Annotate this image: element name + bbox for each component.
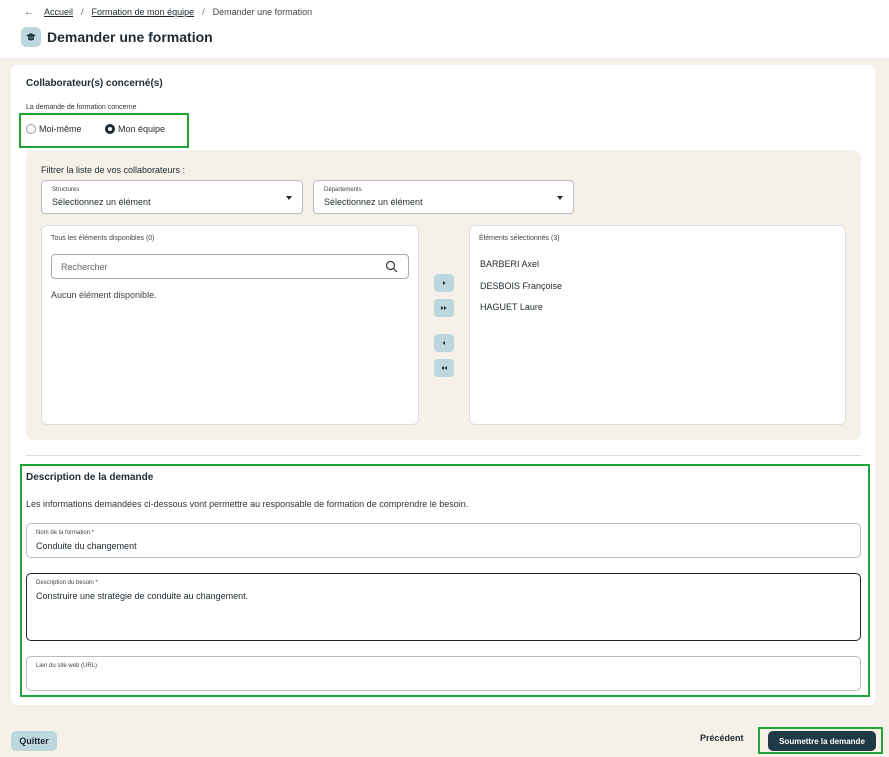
structures-select[interactable]: Structures Sélectionnez un élément — [41, 180, 303, 214]
list-item[interactable]: HAGUET Laure — [480, 302, 543, 312]
caret-left-icon — [442, 341, 445, 345]
list-item[interactable]: DESBOIS Françoise — [480, 281, 562, 291]
radio-checked-icon — [105, 124, 115, 134]
radio-mon-equipe-label: Mon équipe — [118, 124, 166, 134]
submit-button[interactable]: Soumettre la demande — [768, 731, 876, 751]
double-caret-left-icon — [441, 366, 447, 370]
chevron-down-icon — [286, 196, 292, 200]
move-all-right-button[interactable] — [434, 299, 454, 317]
list-item[interactable]: BARBERI Axel — [480, 259, 539, 269]
page-title: Demander une formation — [47, 29, 213, 45]
departements-select[interactable]: Départements Sélectionnez un élément — [313, 180, 574, 214]
website-url-field[interactable]: Lien du site web (URL) — [26, 656, 861, 691]
breadcrumb-accueil[interactable]: Accueil — [44, 7, 73, 17]
radio-moi-meme-label: Moi-même — [39, 124, 82, 134]
need-description-value: Construire une stratégie de conduite au … — [36, 591, 249, 601]
description-section-title: Description de la demande — [26, 472, 154, 483]
back-arrow-icon[interactable]: ← — [24, 7, 34, 18]
available-list-title: Tous les éléments disponibles (0) — [51, 235, 155, 242]
selected-list-title: Éléments sélectionnés (3) — [479, 235, 560, 242]
breadcrumb-separator: / — [81, 7, 84, 17]
chevron-down-icon — [557, 196, 563, 200]
search-input[interactable] — [53, 256, 373, 277]
departements-select-value: Sélectionnez un élément — [324, 197, 423, 207]
previous-button[interactable]: Précédent — [700, 733, 744, 743]
structures-select-label: Structures — [52, 187, 80, 193]
radio-moi-meme[interactable]: Moi-même — [26, 124, 82, 134]
breadcrumb-current: Demander une formation — [212, 7, 313, 17]
radio-group-label: La demande de formation concerne — [26, 104, 137, 111]
move-right-button[interactable] — [434, 274, 454, 292]
collaborators-section-title: Collaborateur(s) concerné(s) — [26, 78, 163, 89]
breadcrumb-formation-equipe[interactable]: Formation de mon équipe — [92, 7, 195, 17]
structures-select-value: Sélectionnez un élément — [52, 197, 151, 207]
page-title-row: Demander une formation — [21, 27, 213, 47]
empty-list-message: Aucun élément disponible. — [51, 290, 157, 300]
radio-unchecked-icon — [26, 124, 36, 134]
need-description-textarea[interactable]: Description du besoin * Construire une s… — [26, 573, 861, 641]
departements-select-label: Départements — [324, 187, 362, 193]
filter-label: Filtrer la liste de vos collaborateurs : — [41, 165, 186, 175]
breadcrumb: ← Accueil / Formation de mon équipe / De… — [24, 6, 312, 18]
search-icon[interactable] — [385, 260, 398, 273]
quit-button[interactable]: Quitter — [11, 731, 57, 751]
breadcrumb-separator: / — [202, 7, 205, 17]
selected-list — [469, 225, 846, 425]
double-caret-right-icon — [441, 306, 447, 310]
graduation-cap-icon — [21, 27, 41, 47]
caret-right-icon — [443, 281, 446, 285]
formation-name-field[interactable]: Nom de la formation * Conduite du change… — [26, 523, 861, 558]
website-url-label: Lien du site web (URL) — [36, 663, 98, 669]
formation-name-value: Conduite du changement — [36, 541, 137, 551]
formation-name-label: Nom de la formation * — [36, 530, 95, 536]
section-divider — [26, 455, 861, 456]
need-description-label: Description du besoin * — [36, 580, 98, 586]
description-info: Les informations demandées ci-dessous vo… — [26, 499, 469, 509]
radio-mon-equipe[interactable]: Mon équipe — [105, 124, 165, 134]
search-field[interactable] — [51, 254, 409, 279]
move-left-button[interactable] — [434, 334, 454, 352]
move-all-left-button[interactable] — [434, 359, 454, 377]
